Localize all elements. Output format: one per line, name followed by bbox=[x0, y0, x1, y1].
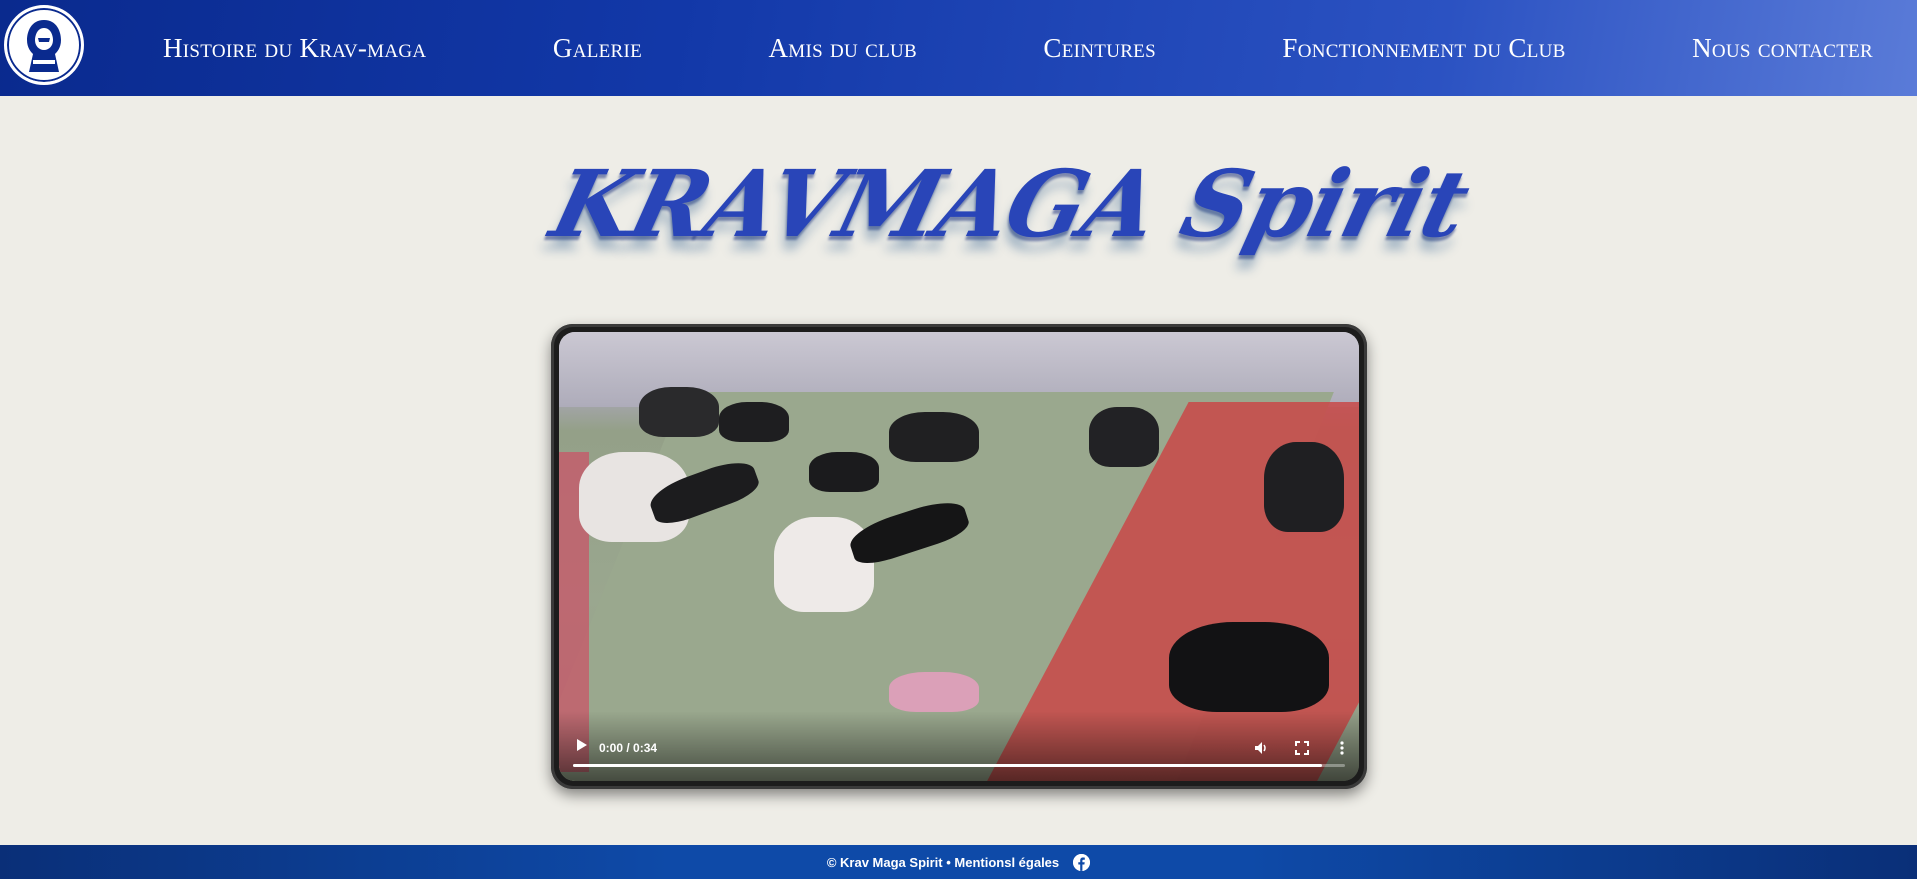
more-options-icon[interactable] bbox=[1333, 739, 1351, 757]
page-footer: © Krav Maga Spirit • Mentionsl égales bbox=[0, 845, 1917, 879]
video-scene-person bbox=[889, 412, 979, 462]
video-scene-person bbox=[1264, 442, 1344, 532]
brand-banner: KRAVMAGA Spirit bbox=[542, 150, 1478, 290]
video-scene-person bbox=[1169, 622, 1329, 712]
main-menu: Histoire du Krav-maga Galerie Amis du cl… bbox=[163, 0, 1873, 96]
volume-icon[interactable] bbox=[1252, 739, 1270, 757]
video-scene-person bbox=[639, 387, 719, 437]
video-player[interactable]: 0:00 / 0:34 bbox=[551, 324, 1367, 789]
nav-ceintures[interactable]: Ceintures bbox=[1043, 33, 1156, 64]
hooded-fighter-logo-icon bbox=[7, 8, 81, 82]
nav-amis-du-club[interactable]: Amis du club bbox=[768, 33, 917, 64]
video-frame-image[interactable]: 0:00 / 0:34 bbox=[559, 332, 1359, 781]
video-scene-person bbox=[809, 452, 879, 492]
nav-contact[interactable]: Nous contacter bbox=[1692, 33, 1873, 64]
video-controls: 0:00 / 0:34 bbox=[559, 711, 1359, 781]
brand-title: KRAVMAGA Spirit bbox=[541, 150, 1478, 258]
video-scene-person bbox=[719, 402, 789, 442]
play-icon[interactable] bbox=[577, 739, 587, 751]
video-progress-bar[interactable] bbox=[573, 764, 1345, 767]
video-scene-person bbox=[1089, 407, 1159, 467]
video-progress-fill bbox=[573, 764, 1322, 767]
nav-histoire[interactable]: Histoire du Krav-maga bbox=[163, 33, 426, 64]
footer-text[interactable]: © Krav Maga Spirit • Mentionsl égales bbox=[827, 855, 1059, 870]
club-logo[interactable] bbox=[4, 5, 84, 85]
video-time: 0:00 / 0:34 bbox=[599, 741, 658, 755]
top-navigation-bar: Histoire du Krav-maga Galerie Amis du cl… bbox=[0, 0, 1917, 96]
fullscreen-icon[interactable] bbox=[1293, 739, 1311, 757]
video-scene-person bbox=[889, 672, 979, 712]
nav-fonctionnement[interactable]: Fonctionnement du Club bbox=[1282, 33, 1565, 64]
nav-galerie[interactable]: Galerie bbox=[553, 33, 642, 64]
facebook-icon[interactable] bbox=[1073, 853, 1091, 871]
